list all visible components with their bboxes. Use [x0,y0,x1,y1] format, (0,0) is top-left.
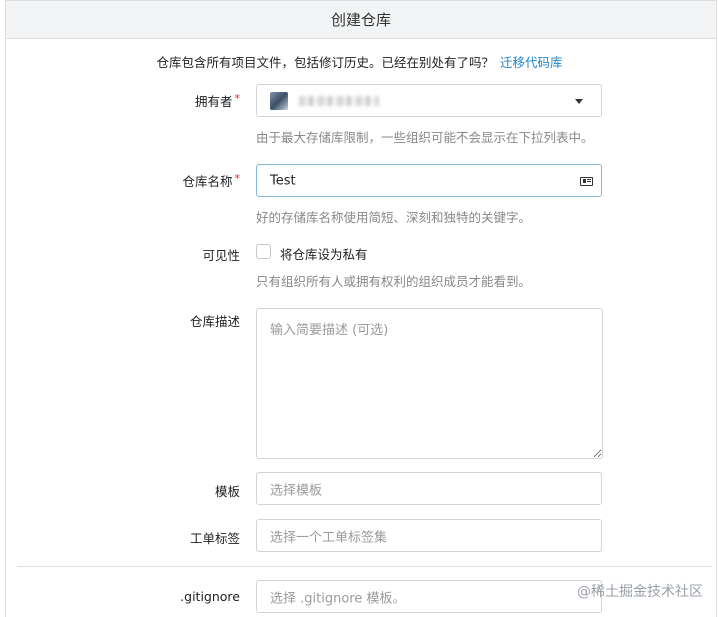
owner-dropdown[interactable] [256,84,602,117]
gitignore-label: .gitignore [180,589,240,604]
chevron-down-icon [575,99,583,104]
owner-avatar [270,92,288,110]
repo-name-input[interactable]: Test [256,164,602,197]
description-textarea[interactable] [256,308,603,459]
owner-hint: 由于最大存储库限制，一些组织可能不会显示在下拉列表中。 [256,130,594,145]
description-label: 仓库描述 [189,314,240,329]
visibility-hint: 只有组织所有人或拥有权利的组织成员才能看到。 [256,274,532,289]
repo-name-label: 仓库名称 * [182,172,241,189]
page-title: 创建仓库 [330,11,391,29]
repo-name-hint: 好的存储库名称使用简短、深刻和独特的关键字。 [256,210,532,225]
required-mark: * [234,92,241,105]
contact-card-icon[interactable] [580,177,593,186]
owner-label: 拥有者 * [194,92,241,109]
private-checkbox[interactable] [256,244,271,259]
issue-labels-select[interactable]: 选择一个工单标签集 [256,519,602,552]
template-label: 模板 [214,484,240,499]
visibility-label: 可见性 [202,248,240,263]
owner-name-redacted [299,96,379,106]
template-placeholder: 选择模板 [270,483,323,498]
intro-text: 仓库包含所有项目文件，包括修订历史。已经在别处有了吗？ 迁移代码库 [156,55,563,70]
migrate-repo-link[interactable]: 迁移代码库 [500,55,563,70]
issue-labels-placeholder: 选择一个工单标签集 [270,530,388,545]
page-header: 创建仓库 [5,0,717,39]
repo-name-value: Test [270,173,296,188]
required-mark: * [234,172,241,185]
private-checkbox-label[interactable]: 将仓库设为私有 [280,244,368,263]
section-divider [17,566,712,567]
watermark-text: @稀土掘金技术社区 [577,584,703,600]
template-select[interactable]: 选择模板 [256,472,602,505]
gitignore-placeholder: 选择 .gitignore 模板。 [270,591,406,606]
issue-labels-label: 工单标签 [189,531,240,546]
gitignore-select[interactable]: 选择 .gitignore 模板。 [256,580,602,613]
